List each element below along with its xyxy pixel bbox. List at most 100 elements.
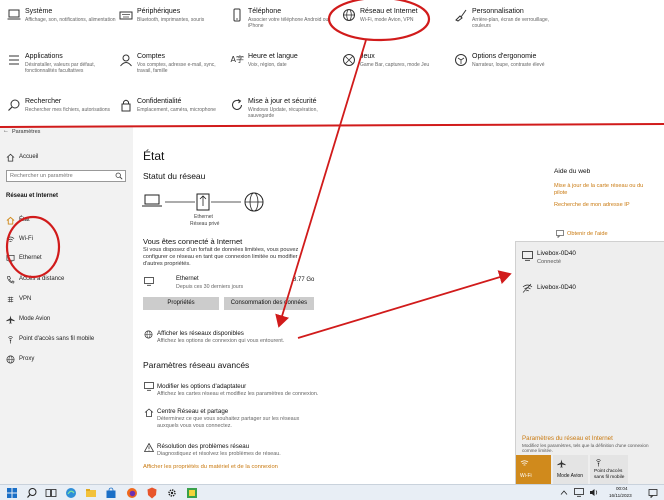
tile-title: Système	[25, 8, 53, 15]
flyout-network-wifi[interactable]: Livebox-0D40	[516, 282, 664, 298]
nav-vpn[interactable]: VPN	[0, 293, 133, 307]
nav-label: Accueil	[19, 154, 39, 160]
ethernet-icon	[6, 254, 15, 263]
nav-ethernet[interactable]: Ethernet	[0, 252, 133, 266]
back-arrow-icon[interactable]: ←	[3, 128, 9, 134]
connected-description: configurer ce réseau en tant que connexi…	[143, 254, 298, 260]
warning-icon	[144, 443, 154, 452]
tile-ergonomie[interactable]: Options d'ergonomie Narrateur, loupe, co…	[447, 45, 567, 81]
tile-mise-a-jour[interactable]: Mise à jour et sécurité Windows Update, …	[223, 90, 343, 126]
troubleshoot-link[interactable]: Résolution des problèmes réseau	[157, 443, 249, 450]
troubleshoot-description: Diagnostiquez et résolvez les problèmes …	[157, 451, 281, 457]
windows-start-icon[interactable]	[6, 487, 18, 499]
nav-label: Wi-Fi	[19, 236, 33, 242]
nav-point-acces[interactable]: Point d'accès sans fil mobile	[0, 333, 133, 347]
airplane-icon	[557, 459, 566, 468]
tile-systeme[interactable]: Système Affichage, son, notifications, a…	[0, 0, 120, 36]
nav-label: Accès à distance	[19, 276, 65, 282]
tile-title: Rechercher	[25, 98, 62, 105]
edge-icon[interactable]	[65, 487, 77, 499]
refresh-icon	[232, 99, 242, 110]
connected-heading: Vous êtes connecté à Internet	[143, 237, 243, 246]
tile-description: Voix, région, date	[248, 62, 287, 68]
quick-action-airplane[interactable]: Mode Avion	[553, 455, 588, 485]
network-status: Connecté	[537, 259, 561, 265]
help-link-ip[interactable]: Recherche de mon adresse IP	[554, 202, 630, 208]
volume-icon[interactable]	[589, 488, 599, 497]
vpn-icon	[7, 296, 14, 303]
help-link-driver-cont[interactable]: pilote	[554, 190, 567, 196]
ethernet-name: Ethernet	[176, 276, 199, 282]
wifi-off-icon	[522, 283, 533, 293]
window-title: Paramètres	[12, 129, 41, 135]
quick-action-wifi[interactable]: Wi-Fi	[516, 455, 551, 485]
tile-comptes[interactable]: Comptes Vos comptes, adresse e-mail, syn…	[112, 45, 232, 81]
file-explorer-icon[interactable]	[85, 487, 97, 499]
quick-action-label: Point d'accès	[594, 469, 623, 474]
tile-rechercher[interactable]: Rechercher Rechercher mes fichiers, auto…	[0, 90, 120, 126]
person-icon	[120, 54, 132, 67]
tile-reseau-internet[interactable]: Réseau et Internet Wi-Fi, mode Avion, VP…	[335, 0, 455, 36]
get-help-link[interactable]: Obtenir de l'aide	[567, 231, 608, 237]
tray-time[interactable]: 00:04	[616, 486, 628, 491]
settings-gear-icon[interactable]	[166, 487, 178, 499]
tile-telephone[interactable]: Téléphone Associer votre téléphone Andro…	[223, 0, 343, 36]
search-icon[interactable]	[115, 172, 123, 180]
settings-search-box[interactable]	[6, 170, 126, 182]
sharing-icon	[144, 408, 154, 417]
store-icon[interactable]	[105, 487, 117, 499]
nav-acces-distance[interactable]: Accès à distance	[0, 273, 133, 287]
hotspot-icon	[8, 336, 13, 344]
nav-accueil[interactable]: Accueil	[0, 151, 133, 165]
show-networks-link[interactable]: Afficher les réseaux disponibles	[157, 330, 244, 337]
tile-confidentialite[interactable]: Confidentialité Emplacement, caméra, mic…	[112, 90, 232, 126]
tile-jeux[interactable]: Jeux Game Bar, captures, mode Jeu	[335, 45, 455, 81]
tile-title: Heure et langue	[248, 53, 298, 60]
connected-description: Si vous disposez d'un forfait de données…	[143, 247, 299, 253]
help-chat-icon	[556, 230, 564, 238]
task-view-icon[interactable]	[45, 487, 57, 499]
tile-heure-langue[interactable]: A字 Heure et langue Voix, région, date	[223, 45, 343, 81]
airplane-icon	[6, 315, 15, 324]
tile-description: Arrière-plan, écran de verrouillage, cou…	[472, 17, 549, 30]
tile-description: Narrateur, loupe, contraste élevé	[472, 62, 545, 68]
apps-icon	[9, 55, 19, 65]
network-tray-icon[interactable]	[574, 488, 584, 497]
photos-app-icon[interactable]	[186, 487, 198, 499]
search-icon[interactable]	[26, 487, 38, 499]
settings-search-input[interactable]	[10, 171, 114, 181]
network-name: Livebox-0D40	[537, 284, 576, 291]
tile-description: Game Bar, captures, mode Jeu	[360, 62, 430, 68]
tile-applications[interactable]: Applications Désinstaller, valeurs par d…	[0, 45, 120, 81]
flyout-network-ethernet[interactable]: Livebox-0D40 Connecté	[516, 248, 664, 272]
sharing-center-description: Déterminez ce que vous souhaitez partage…	[157, 416, 300, 422]
ease-of-access-icon	[455, 54, 467, 66]
nav-mode-avion[interactable]: Mode Avion	[0, 313, 133, 327]
network-settings-link[interactable]: Paramètres du réseau et Internet	[522, 435, 613, 442]
firefox-icon[interactable]	[126, 487, 138, 499]
nav-etat[interactable]: État	[0, 214, 133, 228]
adapter-options-link[interactable]: Modifier les options d'adaptateur	[157, 383, 246, 390]
quick-action-hotspot[interactable]: Point d'accès sans fil mobile	[590, 455, 628, 485]
keyboard-icon	[119, 11, 133, 20]
brave-icon[interactable]	[146, 487, 158, 499]
status-content: État Statut du réseau Ethernet Réseau pr…	[133, 127, 643, 484]
network-name: Livebox-0D40	[537, 250, 576, 257]
tile-personnalisation[interactable]: Personnalisation Arrière-plan, écran de …	[447, 0, 567, 36]
tile-title: Applications	[25, 53, 63, 60]
chevron-up-icon[interactable]	[560, 489, 568, 496]
nav-proxy[interactable]: Proxy	[0, 353, 133, 367]
tile-peripheriques[interactable]: Périphériques Bluetooth, imprimantes, so…	[112, 0, 232, 36]
network-flyout: Livebox-0D40 Connecté Livebox-0D40 Param…	[515, 241, 664, 485]
tile-description: Windows Update, récupération, sauvegarde	[248, 107, 318, 120]
notification-icon[interactable]	[648, 488, 658, 498]
properties-button[interactable]: Propriétés	[143, 297, 219, 310]
hardware-properties-link[interactable]: Afficher les propriétés du matériel et d…	[143, 464, 278, 470]
data-usage-button[interactable]: Consommation des données	[224, 297, 314, 310]
help-link-driver[interactable]: Mise à jour de la carte réseau ou du	[554, 183, 643, 189]
nav-wifi[interactable]: Wi-Fi	[0, 233, 133, 247]
tray-date[interactable]: 16/11/2023	[609, 493, 632, 498]
hotspot-icon	[596, 459, 601, 467]
sharing-center-link[interactable]: Centre Réseau et partage	[157, 408, 228, 415]
diagram-label-ethernet: Ethernet	[194, 214, 213, 220]
